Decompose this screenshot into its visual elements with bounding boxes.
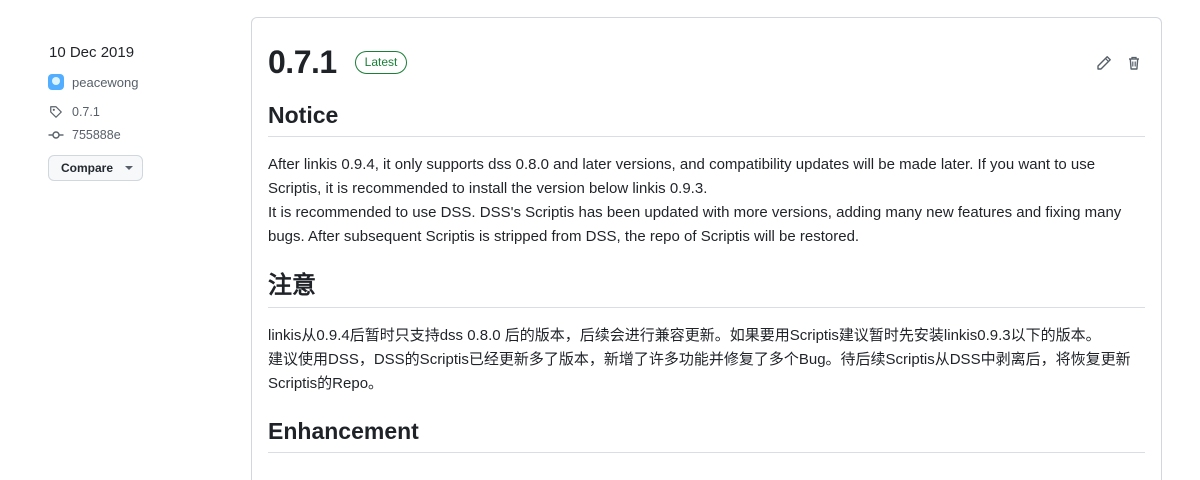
release-actions xyxy=(1095,54,1143,72)
notice-text: After linkis 0.9.4, it only supports dss… xyxy=(268,153,1145,249)
chevron-down-icon xyxy=(125,166,134,170)
cn-notice-text: linkis从0.9.4后暂时只支持dss 0.8.0 后的版本，后续会进行兼容… xyxy=(268,324,1145,396)
cn-notice-line: linkis从0.9.4后暂时只支持dss 0.8.0 后的版本，后续会进行兼容… xyxy=(268,327,1101,344)
commit-sha[interactable]: 755888e xyxy=(72,128,121,142)
pencil-icon xyxy=(1097,56,1111,70)
release-date: 10 Dec 2019 xyxy=(49,44,135,61)
enhancement-heading: Enhancement xyxy=(268,416,1145,453)
cn-notice-line: 建议使用DSS，DSS的Scriptis已经更新多了版本，新增了许多功能并修复了… xyxy=(268,351,1131,392)
tag-label[interactable]: 0.7.1 xyxy=(72,105,100,119)
cn-notice-heading: 注意 xyxy=(268,271,1145,308)
trash-icon xyxy=(1129,56,1139,70)
notice-heading: Notice xyxy=(268,100,1145,137)
release-tag[interactable]: 0.7.1 xyxy=(48,102,238,122)
release-sidebar: 10 Dec 2019 peacewong 0.7.1 755888e Comp… xyxy=(48,44,238,181)
release-notes: Notice After linkis 0.9.4, it only suppo… xyxy=(268,100,1145,469)
compare-label: Compare xyxy=(61,161,114,175)
release-header: 0.7.1 Latest xyxy=(268,42,408,82)
release-title[interactable]: 0.7.1 xyxy=(268,42,337,82)
release-author[interactable]: peacewong xyxy=(48,72,238,92)
release-commit[interactable]: 755888e xyxy=(48,125,238,145)
author-name[interactable]: peacewong xyxy=(72,75,139,90)
git-commit-icon xyxy=(48,127,64,143)
edit-button[interactable] xyxy=(1095,54,1113,72)
delete-button[interactable] xyxy=(1125,54,1143,72)
latest-badge: Latest xyxy=(354,50,408,74)
avatar[interactable] xyxy=(48,74,64,90)
release-page: 10 Dec 2019 peacewong 0.7.1 755888e Comp… xyxy=(0,0,1200,480)
tag-icon xyxy=(48,104,64,120)
release-card: 0.7.1 Latest Notice After linkis 0.9.4, … xyxy=(251,17,1162,480)
notice-line: It is recommended to use DSS. DSS's Scri… xyxy=(268,204,1122,245)
compare-button[interactable]: Compare xyxy=(48,155,143,181)
notice-line: After linkis 0.9.4, it only supports dss… xyxy=(268,156,1096,197)
